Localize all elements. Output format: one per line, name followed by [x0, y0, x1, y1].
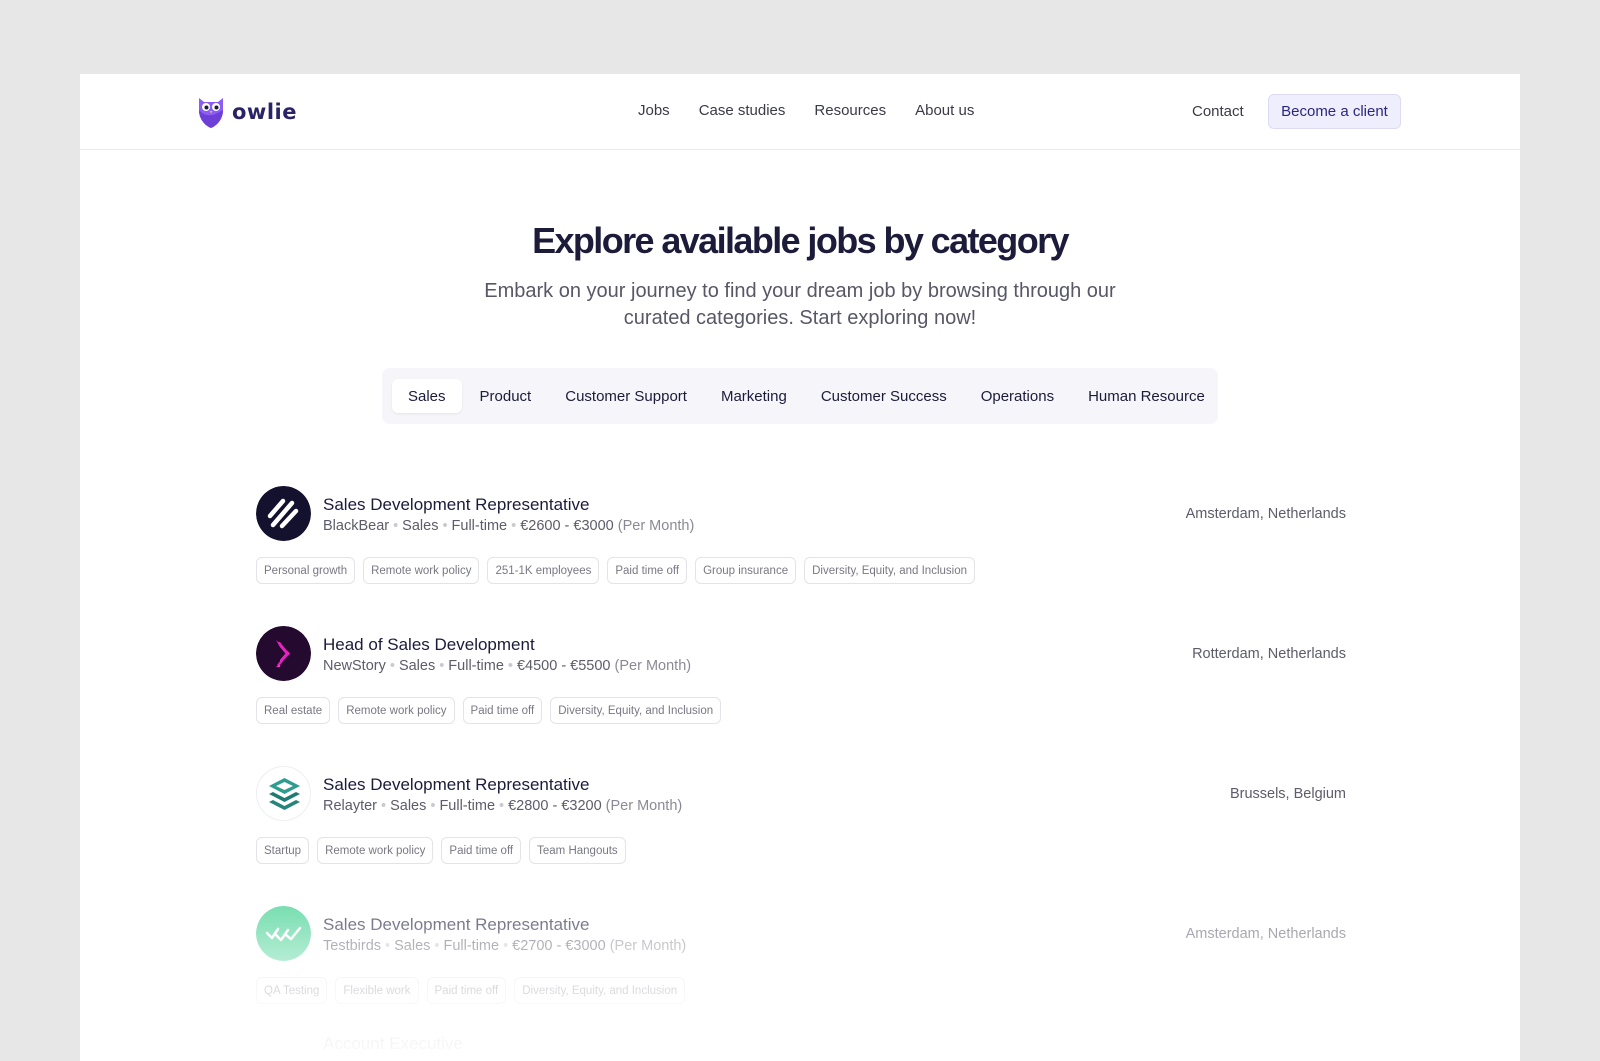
main-nav: Jobs Case studies Resources About us: [638, 102, 974, 119]
job-tag: Diversity, Equity, and Inclusion: [804, 557, 975, 584]
job-tag: Startup: [256, 837, 310, 864]
owl-icon: [199, 97, 223, 128]
job-tag: Remote work policy: [317, 837, 434, 864]
separator-dot-icon: •: [381, 798, 387, 814]
job-location: Amsterdam, Netherlands: [1185, 506, 1346, 522]
separator-dot-icon: •: [499, 798, 505, 814]
page-title: Explore available jobs by category: [532, 220, 1069, 261]
site-header: owlie Jobs Case studies Resources About …: [80, 74, 1520, 150]
separator-dot-icon: •: [393, 518, 399, 534]
tab-marketing[interactable]: Marketing: [705, 379, 803, 413]
job-tag: Team Hangouts: [529, 837, 626, 864]
tab-sales[interactable]: Sales: [392, 379, 462, 413]
job-salary: €2600 - €3000: [520, 518, 614, 534]
separator-dot-icon: •: [430, 798, 436, 814]
job-card[interactable]: Sales Development Representative Testbir…: [256, 906, 1346, 1016]
nav-case-studies[interactable]: Case studies: [699, 102, 786, 119]
company-name: NewStory: [323, 658, 386, 674]
job-department: Sales: [390, 798, 427, 814]
nav-about-us[interactable]: About us: [915, 102, 974, 119]
job-tags: Startup Remote work policy Paid time off…: [256, 837, 626, 864]
job-tag: QA Testing: [256, 977, 328, 1004]
job-tag: Flexible work: [335, 977, 419, 1004]
page-frame: owlie Jobs Case studies Resources About …: [80, 74, 1520, 1061]
contact-link[interactable]: Contact: [1192, 103, 1244, 120]
job-type: Full-time: [451, 518, 508, 534]
separator-dot-icon: •: [389, 658, 395, 674]
separator-dot-icon: •: [439, 658, 445, 674]
job-title[interactable]: Sales Development Representative: [323, 915, 589, 935]
separator-dot-icon: •: [507, 658, 513, 674]
job-tag: Paid time off: [441, 837, 522, 864]
job-tag: Diversity, Equity, and Inclusion: [514, 977, 686, 1004]
separator-dot-icon: •: [503, 938, 509, 954]
job-meta: Testbirds • Sales • Full-time • €2700 - €3000 …: [323, 938, 686, 954]
brand-name: owlie: [232, 100, 297, 124]
separator-dot-icon: •: [511, 518, 517, 534]
relayter-logo-icon: [256, 766, 311, 821]
job-department: Sales: [398, 658, 436, 674]
newstory-logo-icon: [256, 626, 311, 681]
job-tag: Personal growth: [256, 557, 356, 584]
job-type: Full-time: [439, 798, 496, 814]
job-meta: BlackBear • Sales • Full-time • €2600 - €3000 …: [323, 518, 694, 534]
job-tags: Personal growth Remote work policy 251-1…: [256, 557, 975, 584]
job-card[interactable]: Sales Development Representative Relayte…: [256, 766, 1346, 876]
job-type: Full-time: [443, 938, 500, 954]
job-tag: Remote work policy: [363, 557, 480, 584]
job-tag: Remote work policy: [338, 697, 455, 724]
job-meta: NewStory • Sales • Full-time • €4500 - €5500 (…: [323, 658, 691, 674]
job-location: Brussels, Belgium: [1229, 786, 1346, 802]
tab-operations[interactable]: Operations: [965, 379, 1070, 413]
tab-human-resource[interactable]: Human Resource: [1072, 379, 1221, 413]
job-title[interactable]: Head of Sales Development: [323, 635, 535, 655]
job-tag: 251-1K employees: [487, 557, 600, 584]
salary-period: (Per Month): [605, 798, 683, 814]
job-title[interactable]: Sales Development Representative: [323, 775, 589, 795]
category-tabs: Sales Product Customer Support Marketing…: [382, 368, 1218, 424]
job-title[interactable]: Sales Development Representative: [323, 495, 589, 515]
job-type: Full-time: [448, 658, 504, 674]
job-card[interactable]: Head of Sales Development NewStory • Sales…: [256, 626, 1346, 736]
page-subtitle: Embark on your journey to find your drea…: [484, 280, 1116, 329]
job-salary: €4500 - €5500: [516, 658, 611, 674]
separator-dot-icon: •: [442, 518, 448, 534]
job-tag: Diversity, Equity, and Inclusion: [550, 697, 722, 724]
job-salary: €2700 - €3000: [512, 938, 606, 954]
nav-resources[interactable]: Resources: [814, 102, 886, 119]
tab-customer-success[interactable]: Customer Success: [805, 379, 963, 413]
job-meta: Relayter • Sales • Full-time • €2800 - €3200 (…: [323, 798, 682, 814]
company-name: BlackBear: [323, 518, 390, 534]
salary-period: (Per Month): [614, 658, 692, 674]
next-job-title[interactable]: Account Executive: [323, 1034, 463, 1054]
nav-jobs[interactable]: Jobs: [638, 102, 670, 119]
testbirds-logo-icon: [256, 906, 311, 961]
job-location: Rotterdam, Netherlands: [1192, 646, 1346, 662]
job-location: Amsterdam, Netherlands: [1185, 926, 1346, 942]
job-tag: Paid time off: [607, 557, 688, 584]
job-salary: €2800 - €3200: [508, 798, 602, 814]
brand-logo[interactable]: owlie: [198, 94, 297, 130]
job-card[interactable]: Sales Development Representative BlackBe…: [256, 486, 1346, 596]
separator-dot-icon: •: [385, 938, 391, 954]
tab-product[interactable]: Product: [464, 379, 548, 413]
job-tag: Paid time off: [426, 977, 507, 1004]
salary-period: (Per Month): [609, 938, 687, 954]
job-department: Sales: [402, 518, 439, 534]
salary-period: (Per Month): [617, 518, 695, 534]
become-client-button[interactable]: Become a client: [1268, 94, 1401, 129]
job-department: Sales: [394, 938, 431, 954]
blackbear-logo-icon: [256, 486, 311, 541]
job-tags: QA Testing Flexible work Paid time off D…: [256, 977, 686, 1004]
separator-dot-icon: •: [434, 938, 440, 954]
company-name: Testbirds: [323, 938, 382, 954]
job-tags: Real estate Remote work policy Paid time…: [256, 697, 722, 724]
job-tag: Paid time off: [462, 697, 543, 724]
job-tag: Group insurance: [695, 557, 797, 584]
tab-customer-support[interactable]: Customer Support: [549, 379, 703, 413]
job-tag: Real estate: [256, 697, 331, 724]
company-name: Relayter: [323, 798, 377, 814]
